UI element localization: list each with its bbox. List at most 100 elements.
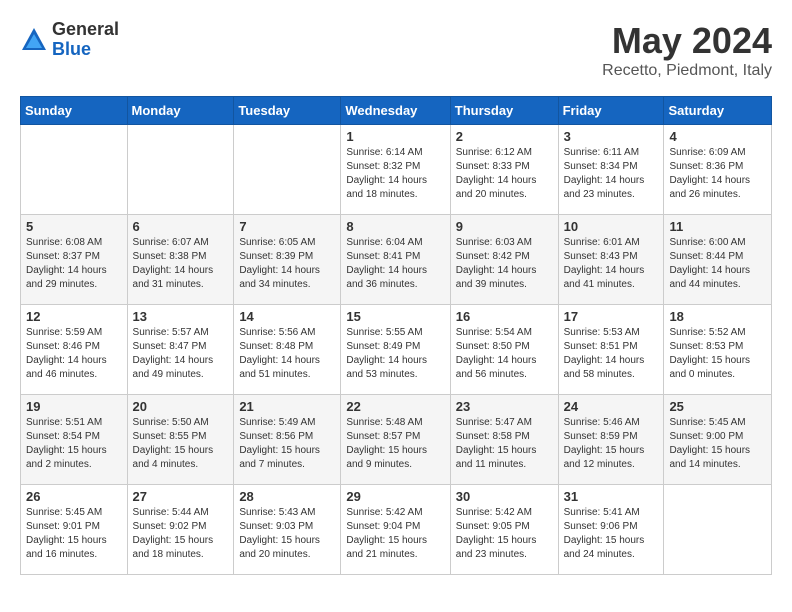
calendar-week-3: 12 Sunrise: 5:59 AM Sunset: 8:46 PM Dayli… [21, 305, 772, 395]
day-info: Sunrise: 6:04 AM Sunset: 8:41 PM Dayligh… [346, 236, 444, 292]
day-number: 31 [564, 489, 659, 504]
calendar-cell-w4-d1: 20Sunrise: 5:50 AM Sunset: 8:55 PM Dayli… [127, 395, 234, 485]
day-number: 12 [26, 309, 122, 324]
day-info: Sunrise: 6:09 AM Sunset: 8:36 PM Dayligh… [669, 146, 766, 202]
calendar-cell-w5-d3: 29Sunrise: 5:42 AM Sunset: 9:04 PM Dayli… [341, 485, 450, 575]
location-title: Recetto, Piedmont, Italy [602, 62, 772, 80]
title-section: May 2024 Recetto, Piedmont, Italy [602, 20, 772, 80]
calendar-cell-w4-d2: 21 Sunrise: 5:49 AM Sunset: 8:56 PM Dayli… [234, 395, 341, 485]
calendar-cell-w2-d5: 10Sunrise: 6:01 AM Sunset: 8:43 PM Dayli… [558, 215, 664, 305]
day-info: Sunrise: 5:52 AM Sunset: 8:53 PM Dayligh… [669, 326, 766, 382]
day-info: Sunrise: 5:53 AM Sunset: 8:51 PM Dayligh… [564, 326, 659, 382]
day-number: 17 [564, 309, 659, 324]
day-info: Sunrise: 5:59 AM Sunset: 8:46 PM Dayligh… [26, 326, 122, 382]
day-number: 16 [456, 309, 553, 324]
calendar-cell-w4-d5: 24 Sunrise: 5:46 AM Sunset: 8:59 PM Dayli… [558, 395, 664, 485]
logo-text: General Blue [52, 20, 119, 60]
day-number: 11 [669, 219, 766, 234]
day-info: Sunrise: 5:46 AM Sunset: 8:59 PM Dayligh… [564, 416, 659, 472]
day-info: Sunrise: 5:45 AM Sunset: 9:01 PM Dayligh… [26, 506, 122, 562]
day-info: Sunrise: 6:14 AM Sunset: 8:32 PM Dayligh… [346, 146, 444, 202]
calendar-week-4: 19Sunrise: 5:51 AM Sunset: 8:54 PM Dayli… [21, 395, 772, 485]
day-info: Sunrise: 5:49 AM Sunset: 8:56 PM Dayligh… [239, 416, 335, 472]
day-info: Sunrise: 5:54 AM Sunset: 8:50 PM Dayligh… [456, 326, 553, 382]
calendar-cell-w5-d1: 27 Sunrise: 5:44 AM Sunset: 9:02 PM Dayli… [127, 485, 234, 575]
calendar-week-2: 5Sunrise: 6:08 AM Sunset: 8:37 PM Daylig… [21, 215, 772, 305]
day-number: 18 [669, 309, 766, 324]
calendar-cell-w4-d6: 25 Sunrise: 5:45 AM Sunset: 9:00 PM Dayli… [664, 395, 772, 485]
day-number: 23 [456, 399, 553, 414]
day-number: 8 [346, 219, 444, 234]
day-number: 20 [133, 399, 229, 414]
calendar-cell-w2-d6: 11 Sunrise: 6:00 AM Sunset: 8:44 PM Dayli… [664, 215, 772, 305]
day-info: Sunrise: 5:42 AM Sunset: 9:05 PM Dayligh… [456, 506, 553, 562]
day-number: 27 [133, 489, 229, 504]
day-info: Sunrise: 6:01 AM Sunset: 8:43 PM Dayligh… [564, 236, 659, 292]
col-tuesday: Tuesday [234, 97, 341, 125]
day-info: Sunrise: 5:43 AM Sunset: 9:03 PM Dayligh… [239, 506, 335, 562]
day-info: Sunrise: 5:45 AM Sunset: 9:00 PM Dayligh… [669, 416, 766, 472]
day-info: Sunrise: 6:05 AM Sunset: 8:39 PM Dayligh… [239, 236, 335, 292]
day-number: 29 [346, 489, 444, 504]
calendar-cell-w5-d0: 26 Sunrise: 5:45 AM Sunset: 9:01 PM Dayli… [21, 485, 128, 575]
day-info: Sunrise: 6:07 AM Sunset: 8:38 PM Dayligh… [133, 236, 229, 292]
calendar-cell-w5-d4: 30 Sunrise: 5:42 AM Sunset: 9:05 PM Dayli… [450, 485, 558, 575]
day-number: 30 [456, 489, 553, 504]
day-info: Sunrise: 6:03 AM Sunset: 8:42 PM Dayligh… [456, 236, 553, 292]
month-title: May 2024 [602, 20, 772, 62]
day-info: Sunrise: 5:55 AM Sunset: 8:49 PM Dayligh… [346, 326, 444, 382]
calendar-cell-w2-d1: 6 Sunrise: 6:07 AM Sunset: 8:38 PM Daylig… [127, 215, 234, 305]
day-number: 15 [346, 309, 444, 324]
calendar-cell-w5-d5: 31Sunrise: 5:41 AM Sunset: 9:06 PM Dayli… [558, 485, 664, 575]
day-info: Sunrise: 6:12 AM Sunset: 8:33 PM Dayligh… [456, 146, 553, 202]
day-number: 26 [26, 489, 122, 504]
calendar-cell-w4-d3: 22 Sunrise: 5:48 AM Sunset: 8:57 PM Dayli… [341, 395, 450, 485]
calendar-cell-w3-d1: 13 Sunrise: 5:57 AM Sunset: 8:47 PM Dayli… [127, 305, 234, 395]
calendar-cell-w5-d2: 28 Sunrise: 5:43 AM Sunset: 9:03 PM Dayli… [234, 485, 341, 575]
day-number: 3 [564, 129, 659, 144]
calendar-cell-w2-d4: 9Sunrise: 6:03 AM Sunset: 8:42 PM Daylig… [450, 215, 558, 305]
day-number: 6 [133, 219, 229, 234]
col-friday: Friday [558, 97, 664, 125]
calendar-cell-w3-d2: 14 Sunrise: 5:56 AM Sunset: 8:48 PM Dayli… [234, 305, 341, 395]
calendar-cell-w2-d2: 7 Sunrise: 6:05 AM Sunset: 8:39 PM Daylig… [234, 215, 341, 305]
logo-blue: Blue [52, 40, 119, 60]
col-saturday: Saturday [664, 97, 772, 125]
day-info: Sunrise: 5:47 AM Sunset: 8:58 PM Dayligh… [456, 416, 553, 472]
day-number: 2 [456, 129, 553, 144]
calendar-cell-w3-d0: 12 Sunrise: 5:59 AM Sunset: 8:46 PM Dayli… [21, 305, 128, 395]
calendar-cell-w2-d3: 8 Sunrise: 6:04 AM Sunset: 8:41 PM Daylig… [341, 215, 450, 305]
day-info: Sunrise: 5:51 AM Sunset: 8:54 PM Dayligh… [26, 416, 122, 472]
day-info: Sunrise: 5:48 AM Sunset: 8:57 PM Dayligh… [346, 416, 444, 472]
day-info: Sunrise: 5:57 AM Sunset: 8:47 PM Dayligh… [133, 326, 229, 382]
day-number: 13 [133, 309, 229, 324]
day-number: 21 [239, 399, 335, 414]
day-info: Sunrise: 5:44 AM Sunset: 9:02 PM Dayligh… [133, 506, 229, 562]
calendar-week-1: 1Sunrise: 6:14 AM Sunset: 8:32 PM Daylig… [21, 125, 772, 215]
day-info: Sunrise: 6:00 AM Sunset: 8:44 PM Dayligh… [669, 236, 766, 292]
day-number: 4 [669, 129, 766, 144]
calendar-table: Sunday Monday Tuesday Wednesday Thursday… [20, 96, 772, 575]
calendar-week-5: 26 Sunrise: 5:45 AM Sunset: 9:01 PM Dayli… [21, 485, 772, 575]
day-number: 22 [346, 399, 444, 414]
logo-icon [20, 26, 48, 54]
day-number: 24 [564, 399, 659, 414]
day-number: 25 [669, 399, 766, 414]
day-info: Sunrise: 6:11 AM Sunset: 8:34 PM Dayligh… [564, 146, 659, 202]
calendar-cell-w2-d0: 5Sunrise: 6:08 AM Sunset: 8:37 PM Daylig… [21, 215, 128, 305]
day-info: Sunrise: 5:56 AM Sunset: 8:48 PM Dayligh… [239, 326, 335, 382]
page-header: General Blue May 2024 Recetto, Piedmont,… [20, 20, 772, 80]
day-number: 14 [239, 309, 335, 324]
logo: General Blue [20, 20, 119, 60]
calendar-header-row: Sunday Monday Tuesday Wednesday Thursday… [21, 97, 772, 125]
calendar-cell-w4-d0: 19Sunrise: 5:51 AM Sunset: 8:54 PM Dayli… [21, 395, 128, 485]
col-thursday: Thursday [450, 97, 558, 125]
day-info: Sunrise: 6:08 AM Sunset: 8:37 PM Dayligh… [26, 236, 122, 292]
day-number: 7 [239, 219, 335, 234]
calendar-cell-w1-d6: 4 Sunrise: 6:09 AM Sunset: 8:36 PM Daylig… [664, 125, 772, 215]
calendar-cell-w1-d0 [21, 125, 128, 215]
calendar-cell-w1-d4: 2 Sunrise: 6:12 AM Sunset: 8:33 PM Daylig… [450, 125, 558, 215]
calendar-cell-w3-d5: 17 Sunrise: 5:53 AM Sunset: 8:51 PM Dayli… [558, 305, 664, 395]
day-number: 28 [239, 489, 335, 504]
calendar-cell-w1-d3: 1Sunrise: 6:14 AM Sunset: 8:32 PM Daylig… [341, 125, 450, 215]
